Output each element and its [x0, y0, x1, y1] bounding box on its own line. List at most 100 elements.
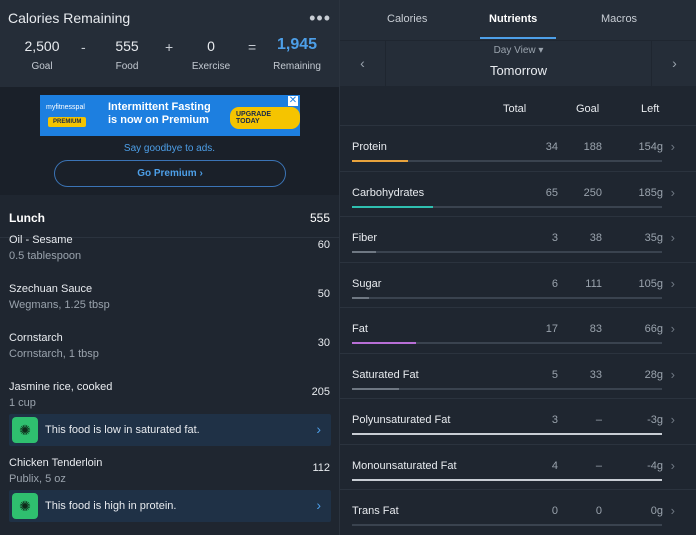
go-premium-button[interactable]: Go Premium ›	[54, 160, 286, 187]
ad-close-icon[interactable]: ✕	[288, 96, 298, 106]
food-description: Cornstarch, 1 tbsp	[9, 348, 99, 360]
nutrient-row-sugar[interactable]: Sugar 6 111 105g ›	[340, 261, 696, 307]
progress-track	[352, 342, 662, 344]
equals-operator: =	[248, 39, 257, 55]
food-description: 1 cup	[9, 397, 36, 409]
tip-text: This food is high in protein.	[45, 500, 177, 512]
view-mode-dropdown[interactable]: Day View ▾	[340, 45, 696, 56]
food-item[interactable]: Szechuan Sauce Wegmans, 1.25 tbsp 50	[0, 276, 339, 325]
chevron-right-icon: ›	[670, 184, 675, 200]
plus-operator: +	[165, 39, 174, 55]
nutrient-row-trans-fat[interactable]: Trans Fat 0 0 0g ›	[340, 489, 696, 534]
nutrient-name: Fat	[352, 323, 368, 335]
food-calories: 60	[317, 239, 330, 251]
exercise-value: 0	[207, 38, 215, 54]
goal-value: 2,500	[24, 38, 60, 54]
progress-track	[352, 524, 662, 526]
nutrient-goal: –	[595, 414, 602, 426]
chevron-right-icon: ›	[316, 497, 321, 513]
food-item[interactable]: Cornstarch Cornstarch, 1 tbsp 30	[0, 325, 339, 374]
progress-track	[352, 478, 662, 481]
food-description: Wegmans, 1.25 tbsp	[9, 299, 110, 311]
nutrient-row-polyunsaturated-fat[interactable]: Polyunsaturated Fat 3 – -3g ›	[340, 398, 696, 443]
chevron-right-icon: ›	[670, 275, 675, 291]
column-total: Total	[503, 103, 527, 115]
tip-text: This food is low in saturated fat.	[45, 424, 200, 436]
progress-fill	[352, 342, 416, 344]
progress-track	[352, 387, 662, 390]
nutrient-row-fat[interactable]: Fat 17 83 66g ›	[340, 307, 696, 352]
progress-fill	[352, 296, 369, 299]
progress-fill	[352, 205, 433, 208]
nutrient-goal: 188	[583, 141, 602, 153]
chevron-right-icon: ›	[670, 139, 675, 154]
food-item[interactable]: Oil - Sesame 0.5 tablespoon 60	[0, 227, 339, 276]
date-navigator: ‹ Day View ▾ Tomorrow ›	[340, 40, 696, 87]
food-name: Oil - Sesame	[9, 234, 73, 246]
nutrient-left: 0g	[650, 505, 663, 517]
nutrient-row-carbohydrates[interactable]: Carbohydrates 65 250 185g ›	[340, 170, 696, 216]
nutrient-name: Protein	[352, 141, 387, 153]
column-left: Left	[641, 103, 660, 115]
nutrition-tip[interactable]: ✺ This food is low in saturated fat. ›	[9, 414, 331, 446]
chevron-right-icon: ›	[670, 230, 675, 245]
tab-nutrients[interactable]: Nutrients	[489, 13, 537, 25]
tab-macros[interactable]: Macros	[601, 13, 637, 25]
lightbulb-icon: ✺	[12, 417, 38, 443]
remaining-label: Remaining	[273, 61, 321, 72]
nutrient-total: 4	[551, 459, 558, 472]
nutrient-left: 66g	[644, 323, 663, 335]
exercise-label: Exercise	[191, 61, 231, 72]
ad-banner[interactable]: myfitnesspal PREMIUM Intermittent Fastin…	[40, 95, 300, 136]
ad-upgrade-button[interactable]: UPGRADE TODAY	[230, 107, 300, 129]
nutrient-goal: –	[595, 459, 602, 472]
progress-track	[352, 433, 662, 435]
lightbulb-icon: ✺	[12, 493, 38, 519]
food-calories: 205	[311, 386, 330, 398]
food-calories: 50	[317, 288, 330, 300]
nutrient-left: -4g	[647, 459, 663, 472]
nutrient-row-saturated-fat[interactable]: Saturated Fat 5 33 28g ›	[340, 352, 696, 398]
progress-track	[352, 296, 662, 299]
remove-ads-text: Say goodbye to ads.	[123, 143, 216, 154]
next-day-icon[interactable]: ›	[651, 41, 696, 87]
exercise-stat: 0 Exercise	[186, 38, 236, 72]
ad-section: myfitnesspal PREMIUM Intermittent Fastin…	[0, 87, 339, 195]
tab-bar: Calories Nutrients Macros	[340, 0, 696, 40]
nutrition-tip[interactable]: ✺ This food is high in protein. ›	[9, 490, 331, 522]
progress-track	[352, 160, 662, 162]
nutrient-goal: 250	[583, 186, 602, 199]
nutrient-row-protein[interactable]: Protein 34 188 154g ›	[340, 125, 696, 170]
food-label: Food	[115, 61, 139, 72]
nutrient-total: 65	[545, 186, 558, 199]
chevron-right-icon: ›	[670, 321, 675, 336]
nutrient-total: 5	[551, 368, 558, 381]
remaining-stat: 1,945 Remaining	[268, 36, 326, 72]
food-value: 555	[115, 38, 139, 54]
ad-brand: myfitnesspal	[46, 104, 85, 111]
progress-track	[352, 251, 662, 253]
active-tab-indicator	[480, 37, 556, 39]
calories-title: Calories Remaining	[8, 10, 131, 26]
ad-headline: Intermittent Fasting is now on Premium	[108, 101, 211, 126]
nutrient-total: 3	[551, 232, 558, 244]
tab-calories[interactable]: Calories	[387, 13, 427, 25]
nutrient-name: Trans Fat	[352, 505, 399, 517]
minus-operator: -	[81, 39, 86, 55]
nutrient-row-monounsaturated-fat[interactable]: Monounsaturated Fat 4 – -4g ›	[340, 443, 696, 489]
nutrients-panel: Calories Nutrients Macros ‹ Day View ▾ T…	[339, 0, 696, 535]
nutrient-row-fiber[interactable]: Fiber 3 38 35g ›	[340, 216, 696, 261]
nutrient-total: 6	[551, 277, 558, 290]
nutrient-total: 17	[545, 323, 558, 335]
progress-fill	[352, 387, 400, 390]
nutrient-name: Sugar	[352, 277, 382, 290]
nutrient-left: -3g	[647, 414, 663, 426]
nutrient-total: 3	[551, 414, 558, 426]
nutrient-total: 0	[551, 505, 558, 517]
more-options-icon[interactable]: •••	[309, 8, 331, 29]
nutrient-name: Carbohydrates	[352, 186, 425, 199]
nutrient-total: 34	[545, 141, 558, 153]
nutrient-goal: 111	[585, 277, 602, 290]
progress-fill	[352, 160, 409, 162]
progress-fill	[352, 251, 377, 253]
